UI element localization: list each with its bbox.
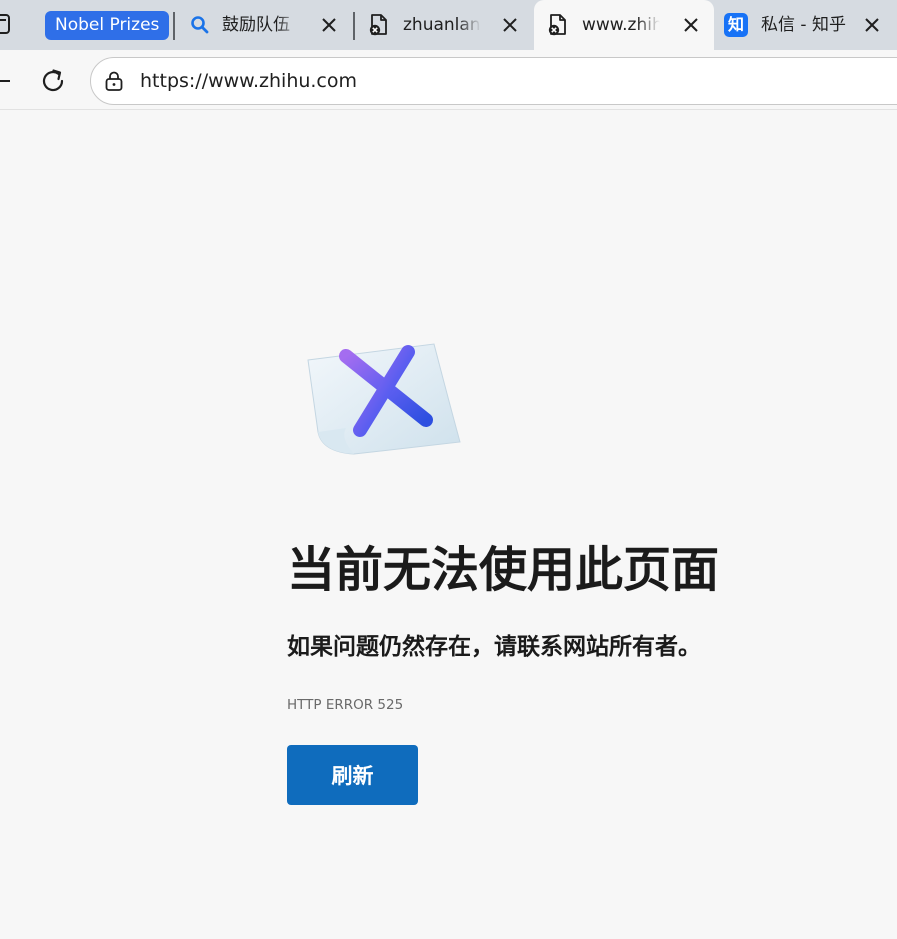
zhihu-logo-icon: 知: [724, 13, 748, 37]
tab-zhihu-messages[interactable]: 知 私信 - 知乎: [715, 0, 897, 50]
tab-title: 私信 - 知乎: [761, 15, 846, 35]
tab-title: 鼓励队伍: [222, 15, 290, 35]
tab-actions-icon[interactable]: [0, 14, 10, 34]
tab-www-zhihu[interactable]: www.zhihu: [534, 0, 714, 50]
tab-title: www.zhihu: [582, 15, 660, 35]
error-code: HTTP ERROR 525: [287, 697, 404, 713]
refresh-button[interactable]: 刷新: [287, 745, 418, 805]
reload-icon[interactable]: [38, 66, 68, 96]
lock-icon[interactable]: [104, 70, 124, 92]
browser-window: Nobel Prizes 鼓励队伍 zhuanlan www.zhih 知 私信…: [0, 0, 897, 939]
tab-title: zhuanlan.zhihu: [403, 15, 481, 35]
tab-strip: Nobel Prizes 鼓励队伍 zhuanlan www.zhih 知 私信…: [0, 0, 897, 50]
back-arrow-icon[interactable]: [0, 80, 10, 82]
close-icon[interactable]: [499, 14, 521, 36]
error-title: 当前无法使用此页面: [287, 542, 720, 598]
error-illustration: [307, 343, 461, 455]
tab-search[interactable]: 鼓励队伍: [176, 0, 352, 50]
search-icon: [191, 16, 209, 34]
close-icon[interactable]: [861, 14, 883, 36]
close-icon[interactable]: [318, 14, 340, 36]
page-error-icon: [548, 14, 566, 36]
tab-group-chip[interactable]: Nobel Prizes: [45, 11, 170, 40]
url-text[interactable]: https://www.zhihu.com: [140, 68, 357, 94]
close-icon[interactable]: [680, 14, 702, 36]
tab-zhuanlan[interactable]: zhuanlan.zhihu: [355, 0, 533, 50]
tab-separator: [173, 12, 175, 40]
error-subtitle: 如果问题仍然存在，请联系网站所有者。: [287, 634, 701, 660]
page-error-icon: [369, 14, 387, 36]
